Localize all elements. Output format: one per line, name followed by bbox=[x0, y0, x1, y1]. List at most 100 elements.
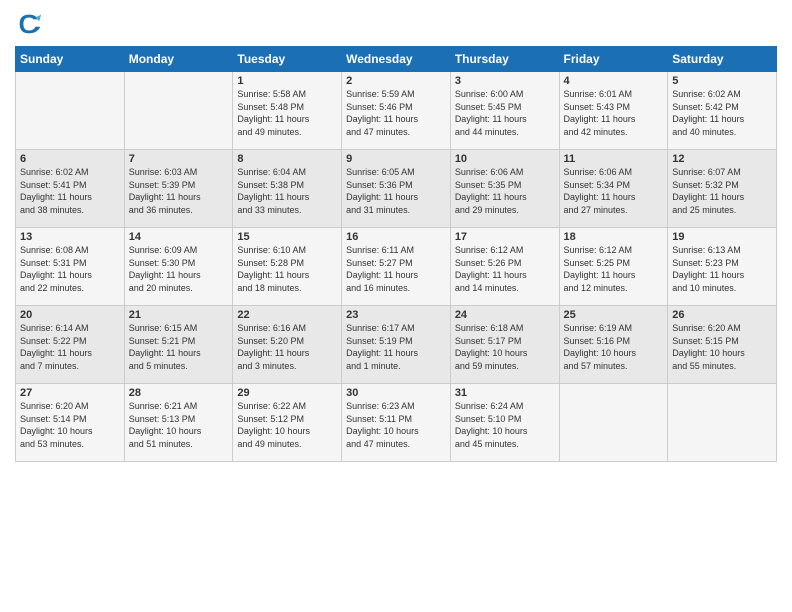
day-info: Sunrise: 6:17 AM Sunset: 5:19 PM Dayligh… bbox=[346, 322, 446, 372]
day-number: 2 bbox=[346, 75, 446, 87]
day-number: 9 bbox=[346, 153, 446, 165]
day-info: Sunrise: 6:13 AM Sunset: 5:23 PM Dayligh… bbox=[672, 244, 772, 294]
day-info: Sunrise: 6:12 AM Sunset: 5:25 PM Dayligh… bbox=[564, 244, 664, 294]
day-number: 12 bbox=[672, 153, 772, 165]
day-info: Sunrise: 6:23 AM Sunset: 5:11 PM Dayligh… bbox=[346, 400, 446, 450]
weekday-header: Sunday bbox=[16, 47, 125, 72]
day-number: 6 bbox=[20, 153, 120, 165]
calendar-cell: 25Sunrise: 6:19 AM Sunset: 5:16 PM Dayli… bbox=[559, 306, 668, 384]
calendar-cell: 5Sunrise: 6:02 AM Sunset: 5:42 PM Daylig… bbox=[668, 72, 777, 150]
day-number: 11 bbox=[564, 153, 664, 165]
day-info: Sunrise: 6:02 AM Sunset: 5:42 PM Dayligh… bbox=[672, 88, 772, 138]
day-info: Sunrise: 6:01 AM Sunset: 5:43 PM Dayligh… bbox=[564, 88, 664, 138]
calendar-cell: 19Sunrise: 6:13 AM Sunset: 5:23 PM Dayli… bbox=[668, 228, 777, 306]
calendar-cell: 24Sunrise: 6:18 AM Sunset: 5:17 PM Dayli… bbox=[450, 306, 559, 384]
day-info: Sunrise: 6:04 AM Sunset: 5:38 PM Dayligh… bbox=[237, 166, 337, 216]
day-number: 4 bbox=[564, 75, 664, 87]
day-info: Sunrise: 6:24 AM Sunset: 5:10 PM Dayligh… bbox=[455, 400, 555, 450]
calendar-cell: 22Sunrise: 6:16 AM Sunset: 5:20 PM Dayli… bbox=[233, 306, 342, 384]
day-number: 7 bbox=[129, 153, 229, 165]
header-row: SundayMondayTuesdayWednesdayThursdayFrid… bbox=[16, 47, 777, 72]
calendar-cell bbox=[124, 72, 233, 150]
day-info: Sunrise: 6:20 AM Sunset: 5:14 PM Dayligh… bbox=[20, 400, 120, 450]
calendar-cell: 8Sunrise: 6:04 AM Sunset: 5:38 PM Daylig… bbox=[233, 150, 342, 228]
day-info: Sunrise: 6:10 AM Sunset: 5:28 PM Dayligh… bbox=[237, 244, 337, 294]
weekday-header: Monday bbox=[124, 47, 233, 72]
calendar-cell: 3Sunrise: 6:00 AM Sunset: 5:45 PM Daylig… bbox=[450, 72, 559, 150]
day-number: 1 bbox=[237, 75, 337, 87]
calendar-cell: 1Sunrise: 5:58 AM Sunset: 5:48 PM Daylig… bbox=[233, 72, 342, 150]
calendar-cell bbox=[16, 72, 125, 150]
page-container: SundayMondayTuesdayWednesdayThursdayFrid… bbox=[0, 0, 792, 612]
calendar-cell: 16Sunrise: 6:11 AM Sunset: 5:27 PM Dayli… bbox=[342, 228, 451, 306]
day-info: Sunrise: 6:08 AM Sunset: 5:31 PM Dayligh… bbox=[20, 244, 120, 294]
calendar-week-row: 20Sunrise: 6:14 AM Sunset: 5:22 PM Dayli… bbox=[16, 306, 777, 384]
calendar-cell: 14Sunrise: 6:09 AM Sunset: 5:30 PM Dayli… bbox=[124, 228, 233, 306]
calendar-table: SundayMondayTuesdayWednesdayThursdayFrid… bbox=[15, 46, 777, 462]
day-info: Sunrise: 5:58 AM Sunset: 5:48 PM Dayligh… bbox=[237, 88, 337, 138]
weekday-header: Friday bbox=[559, 47, 668, 72]
calendar-week-row: 13Sunrise: 6:08 AM Sunset: 5:31 PM Dayli… bbox=[16, 228, 777, 306]
header bbox=[15, 10, 777, 38]
calendar-cell: 29Sunrise: 6:22 AM Sunset: 5:12 PM Dayli… bbox=[233, 384, 342, 462]
calendar-cell: 2Sunrise: 5:59 AM Sunset: 5:46 PM Daylig… bbox=[342, 72, 451, 150]
day-number: 29 bbox=[237, 387, 337, 399]
day-info: Sunrise: 6:05 AM Sunset: 5:36 PM Dayligh… bbox=[346, 166, 446, 216]
weekday-header: Saturday bbox=[668, 47, 777, 72]
logo-icon bbox=[15, 10, 43, 38]
calendar-week-row: 27Sunrise: 6:20 AM Sunset: 5:14 PM Dayli… bbox=[16, 384, 777, 462]
day-number: 23 bbox=[346, 309, 446, 321]
day-info: Sunrise: 6:07 AM Sunset: 5:32 PM Dayligh… bbox=[672, 166, 772, 216]
day-info: Sunrise: 6:22 AM Sunset: 5:12 PM Dayligh… bbox=[237, 400, 337, 450]
calendar-cell: 13Sunrise: 6:08 AM Sunset: 5:31 PM Dayli… bbox=[16, 228, 125, 306]
day-number: 20 bbox=[20, 309, 120, 321]
weekday-header: Thursday bbox=[450, 47, 559, 72]
day-number: 21 bbox=[129, 309, 229, 321]
day-number: 10 bbox=[455, 153, 555, 165]
calendar-cell: 26Sunrise: 6:20 AM Sunset: 5:15 PM Dayli… bbox=[668, 306, 777, 384]
day-number: 13 bbox=[20, 231, 120, 243]
day-info: Sunrise: 6:11 AM Sunset: 5:27 PM Dayligh… bbox=[346, 244, 446, 294]
day-info: Sunrise: 5:59 AM Sunset: 5:46 PM Dayligh… bbox=[346, 88, 446, 138]
day-number: 19 bbox=[672, 231, 772, 243]
day-number: 15 bbox=[237, 231, 337, 243]
calendar-cell: 30Sunrise: 6:23 AM Sunset: 5:11 PM Dayli… bbox=[342, 384, 451, 462]
calendar-week-row: 1Sunrise: 5:58 AM Sunset: 5:48 PM Daylig… bbox=[16, 72, 777, 150]
day-number: 22 bbox=[237, 309, 337, 321]
calendar-cell: 9Sunrise: 6:05 AM Sunset: 5:36 PM Daylig… bbox=[342, 150, 451, 228]
day-info: Sunrise: 6:03 AM Sunset: 5:39 PM Dayligh… bbox=[129, 166, 229, 216]
calendar-cell bbox=[668, 384, 777, 462]
day-info: Sunrise: 6:02 AM Sunset: 5:41 PM Dayligh… bbox=[20, 166, 120, 216]
calendar-cell: 4Sunrise: 6:01 AM Sunset: 5:43 PM Daylig… bbox=[559, 72, 668, 150]
day-info: Sunrise: 6:18 AM Sunset: 5:17 PM Dayligh… bbox=[455, 322, 555, 372]
calendar-cell: 10Sunrise: 6:06 AM Sunset: 5:35 PM Dayli… bbox=[450, 150, 559, 228]
calendar-cell: 28Sunrise: 6:21 AM Sunset: 5:13 PM Dayli… bbox=[124, 384, 233, 462]
day-info: Sunrise: 6:06 AM Sunset: 5:35 PM Dayligh… bbox=[455, 166, 555, 216]
day-number: 27 bbox=[20, 387, 120, 399]
weekday-header: Tuesday bbox=[233, 47, 342, 72]
day-info: Sunrise: 6:06 AM Sunset: 5:34 PM Dayligh… bbox=[564, 166, 664, 216]
day-info: Sunrise: 6:15 AM Sunset: 5:21 PM Dayligh… bbox=[129, 322, 229, 372]
calendar-cell: 7Sunrise: 6:03 AM Sunset: 5:39 PM Daylig… bbox=[124, 150, 233, 228]
calendar-cell: 20Sunrise: 6:14 AM Sunset: 5:22 PM Dayli… bbox=[16, 306, 125, 384]
day-number: 17 bbox=[455, 231, 555, 243]
logo bbox=[15, 10, 47, 38]
calendar-cell: 31Sunrise: 6:24 AM Sunset: 5:10 PM Dayli… bbox=[450, 384, 559, 462]
day-number: 30 bbox=[346, 387, 446, 399]
calendar-cell: 27Sunrise: 6:20 AM Sunset: 5:14 PM Dayli… bbox=[16, 384, 125, 462]
calendar-cell: 18Sunrise: 6:12 AM Sunset: 5:25 PM Dayli… bbox=[559, 228, 668, 306]
calendar-cell: 21Sunrise: 6:15 AM Sunset: 5:21 PM Dayli… bbox=[124, 306, 233, 384]
day-number: 8 bbox=[237, 153, 337, 165]
day-number: 25 bbox=[564, 309, 664, 321]
calendar-week-row: 6Sunrise: 6:02 AM Sunset: 5:41 PM Daylig… bbox=[16, 150, 777, 228]
day-info: Sunrise: 6:09 AM Sunset: 5:30 PM Dayligh… bbox=[129, 244, 229, 294]
calendar-cell: 11Sunrise: 6:06 AM Sunset: 5:34 PM Dayli… bbox=[559, 150, 668, 228]
weekday-header: Wednesday bbox=[342, 47, 451, 72]
day-info: Sunrise: 6:12 AM Sunset: 5:26 PM Dayligh… bbox=[455, 244, 555, 294]
calendar-cell: 12Sunrise: 6:07 AM Sunset: 5:32 PM Dayli… bbox=[668, 150, 777, 228]
calendar-cell: 23Sunrise: 6:17 AM Sunset: 5:19 PM Dayli… bbox=[342, 306, 451, 384]
day-number: 14 bbox=[129, 231, 229, 243]
day-number: 26 bbox=[672, 309, 772, 321]
day-info: Sunrise: 6:16 AM Sunset: 5:20 PM Dayligh… bbox=[237, 322, 337, 372]
day-number: 18 bbox=[564, 231, 664, 243]
